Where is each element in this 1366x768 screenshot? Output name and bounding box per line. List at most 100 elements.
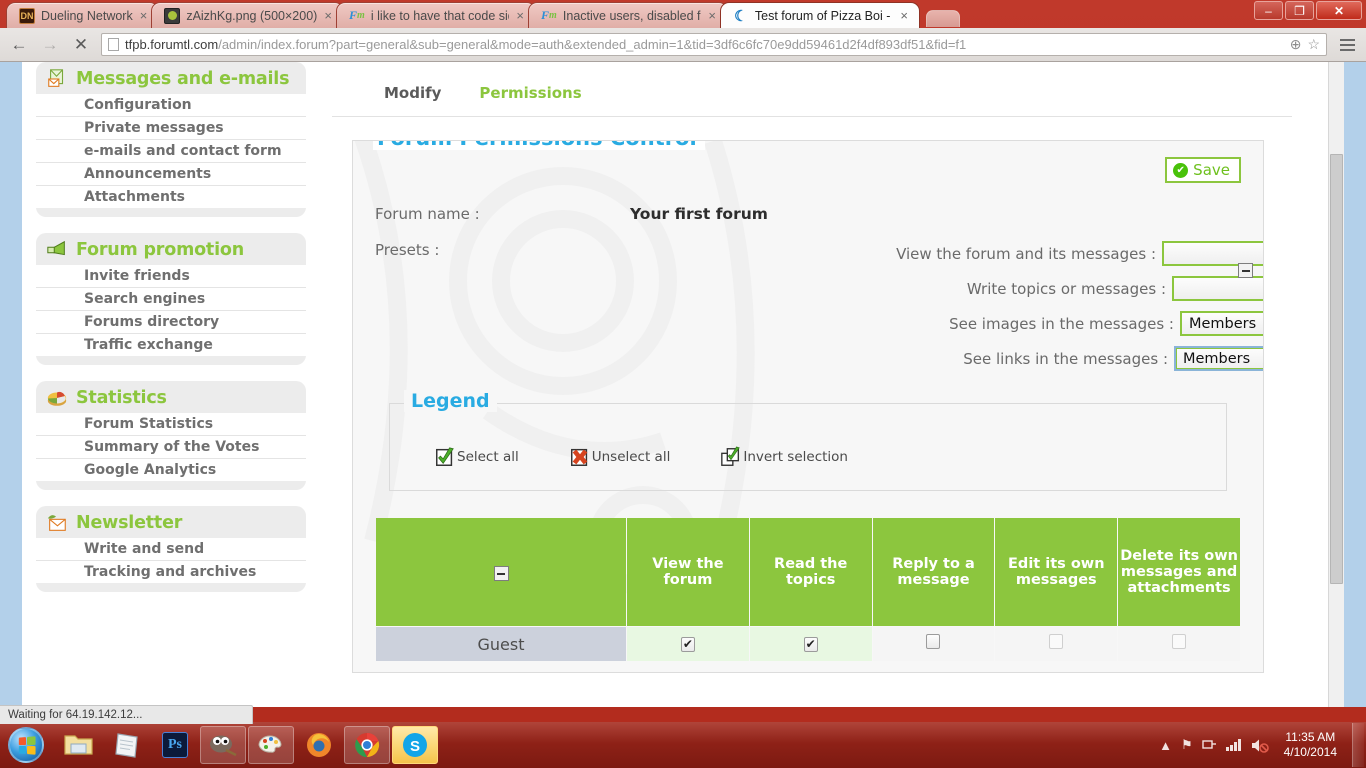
network-icon[interactable] [1202,738,1217,752]
address-bar[interactable]: tfpb.forumtl.com/admin/index.forum?part=… [101,33,1327,56]
checkbox-unchecked[interactable] [1049,634,1063,649]
save-button[interactable]: ✔ Save [1165,157,1241,183]
sidebar-link-google-analytics[interactable]: Google Analytics [36,459,306,481]
select-value: Members [1183,351,1264,367]
sidebar-link-emails-and-contact-form[interactable]: e-mails and contact form [36,140,306,163]
show-hidden-icons-icon[interactable]: ▲ [1159,738,1172,753]
checkbox-checked[interactable]: ✔ [804,637,818,652]
forward-icon[interactable]: → [39,34,61,56]
windows-taskbar: Ps S ▲ ⚑ 11:35 AM 4/10/2014 [0,722,1366,768]
photoshop-icon: Ps [162,732,188,758]
browser-tab-code-sidebar[interactable]: Fm i like to have that code sid × [336,2,536,28]
close-button[interactable]: ✕ [1316,1,1362,20]
save-button-label: Save [1193,161,1230,179]
bookmark-star-icon[interactable]: ☆ [1307,36,1320,53]
preset-view-forum-row: View the forum and its messages : ▼ [630,241,1264,266]
action-center-flag-icon[interactable]: ⚑ [1181,737,1193,753]
browser-tab-inactive-users[interactable]: Fm Inactive users, disabled fro × [528,2,728,28]
taskbar-notepad[interactable] [104,726,150,764]
chrome-icon [353,731,381,759]
newsletter-envelope-icon [46,512,68,534]
admin-sidebar: Messages and e-mails Configuration Priva… [36,62,306,608]
start-button[interactable] [2,725,50,765]
panel-title: Forum promotion [76,240,244,260]
checkbox-unchecked[interactable] [926,634,940,649]
sidebar-link-forums-directory[interactable]: Forums directory [36,311,306,334]
firefox-icon [305,731,333,759]
scrollbar-thumb[interactable] [1330,154,1343,584]
legend-invert-selection[interactable]: Invert selection [720,446,848,468]
file-explorer-icon [64,732,94,758]
sidebar-link-invite-friends[interactable]: Invite friends [36,265,306,288]
back-icon[interactable]: ← [8,34,30,56]
sidebar-link-private-messages[interactable]: Private messages [36,117,306,140]
tab-strip: DN Dueling Network × zAizhKg.png (500×20… [0,0,1366,28]
browser-tab-dueling-network[interactable]: DN Dueling Network × [6,2,159,28]
sidebar-link-announcements[interactable]: Announcements [36,163,306,186]
forumotion-icon: Fm [541,8,557,24]
tab-close-icon[interactable]: × [899,9,909,22]
sidebar-link-traffic-exchange[interactable]: Traffic exchange [36,334,306,356]
checkbox-unchecked[interactable] [1172,634,1186,649]
tab-close-icon[interactable]: × [707,9,717,22]
sidebar-link-attachments[interactable]: Attachments [36,186,306,208]
taskbar-paint[interactable] [248,726,294,764]
panel-header: Forum promotion [36,233,306,265]
clock[interactable]: 11:35 AM 4/10/2014 [1278,730,1343,760]
minimize-button[interactable]: – [1254,1,1283,20]
clock-date: 4/10/2014 [1284,745,1337,760]
restore-button[interactable]: ❐ [1285,1,1314,20]
taskbar-chrome[interactable] [344,726,390,764]
taskbar-gimp[interactable] [200,726,246,764]
collapse-rows-button[interactable] [494,566,509,581]
legend-section: Legend Select all Unselect all Invert se… [389,403,1227,491]
preset-see-images-select[interactable]: Members ▼ [1180,311,1264,336]
browser-tab-image-png[interactable]: zAizhKg.png (500×200) × [151,2,344,28]
cell-guest-reply-to-a-message[interactable] [873,627,995,661]
panel-header: Messages and e-mails [36,62,306,94]
forum-name-value: Your first forum [630,205,768,223]
signal-bars-icon[interactable] [1226,738,1242,752]
zoom-icon[interactable]: ⊕ [1290,36,1302,53]
tab-close-icon[interactable]: × [515,9,525,22]
sidebar-link-configuration[interactable]: Configuration [36,94,306,117]
tab-close-icon[interactable]: × [139,9,149,22]
preset-write-topics-select[interactable]: ▼ [1172,276,1264,301]
dueling-network-icon: DN [19,8,35,24]
sidebar-link-forum-statistics[interactable]: Forum Statistics [36,413,306,436]
sidebar-link-summary-of-the-votes[interactable]: Summary of the Votes [36,436,306,459]
cell-guest-read-the-topics[interactable]: ✔ [750,627,872,661]
preset-label: See images in the messages : [949,315,1174,333]
legend-unselect-all[interactable]: Unselect all [569,446,671,468]
cell-guest-edit-its-own-messages[interactable] [995,627,1117,661]
taskbar-skype[interactable]: S [392,726,438,764]
tab-permissions[interactable]: Permissions [479,84,581,102]
sidebar-panel-statistics: Statistics Forum Statistics Summary of t… [36,381,306,490]
panel-links: Invite friends Search engines Forums dir… [36,265,306,365]
legend-select-all[interactable]: Select all [434,446,519,468]
table-row: Guest ✔ ✔ [376,627,1240,661]
browser-tab-test-forum-pizza-boi[interactable]: ☾ Test forum of Pizza Boi - \ × [720,2,920,28]
cell-guest-view-the-forum[interactable]: ✔ [627,627,749,661]
volume-muted-icon[interactable] [1251,738,1269,753]
tab-modify[interactable]: Modify [384,84,441,102]
taskbar-file-explorer[interactable] [56,726,102,764]
sidebar-link-search-engines[interactable]: Search engines [36,288,306,311]
sidebar-link-write-and-send[interactable]: Write and send [36,538,306,561]
cell-guest-delete-its-own-messages[interactable] [1118,627,1240,661]
tab-close-icon[interactable]: × [323,9,333,22]
permissions-table: View the forum Read the topics Reply to … [375,517,1241,662]
table-header-read-the-topics: Read the topics [750,518,872,626]
new-tab-button[interactable] [926,10,960,27]
sidebar-link-tracking-and-archives[interactable]: Tracking and archives [36,561,306,583]
taskbar-firefox[interactable] [296,726,342,764]
browser-menu-icon[interactable] [1336,39,1358,51]
taskbar-photoshop[interactable]: Ps [152,726,198,764]
page-scrollbar[interactable] [1328,62,1344,707]
preset-see-links-select[interactable]: Members ▼ [1174,346,1264,371]
show-desktop-button[interactable] [1352,723,1364,767]
select-value: Members [1189,316,1264,332]
checkbox-checked[interactable]: ✔ [681,637,695,652]
collapse-presets-button[interactable] [1238,263,1253,278]
stop-loading-icon[interactable]: ✕ [70,34,92,56]
